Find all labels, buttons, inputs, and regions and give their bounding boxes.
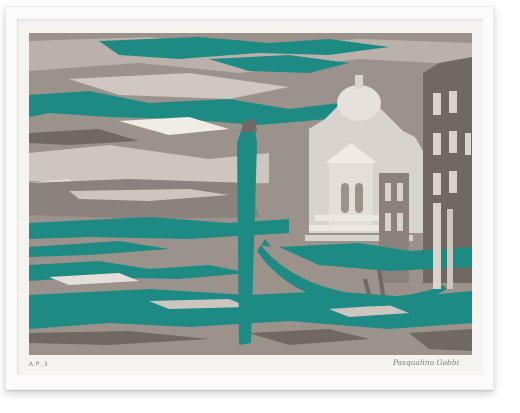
mooring-pole-top (241, 119, 257, 133)
church-window (355, 183, 363, 213)
middle-window-4 (397, 213, 403, 231)
palazzo-window-6 (449, 171, 457, 193)
church-lantern (355, 75, 363, 89)
middle-window-3 (385, 213, 391, 231)
palazzo-window-3 (433, 133, 441, 155)
middle-window-1 (385, 183, 391, 201)
venice-screenprint (29, 33, 472, 355)
palazzo-window-7 (465, 133, 471, 155)
right-post-2 (447, 209, 453, 289)
church-dome (337, 85, 381, 121)
palazzo-window-1 (433, 93, 441, 115)
palazzo-window-2 (449, 91, 457, 113)
print-artwork (29, 33, 472, 355)
artist-signature: Pasqualino Gobbi (392, 358, 459, 367)
edition-mark: A.P. 3 (29, 361, 49, 368)
picture-frame: A.P. 3 Pasqualino Gobbi (5, 6, 494, 390)
church-door (341, 183, 349, 213)
mat-paper: A.P. 3 Pasqualino Gobbi (17, 19, 483, 375)
right-post-1 (433, 203, 441, 289)
palazzo-window-4 (449, 131, 457, 153)
framed-print-scene: A.P. 3 Pasqualino Gobbi (0, 0, 520, 413)
palazzo-window-5 (433, 173, 441, 195)
middle-window-2 (397, 183, 403, 201)
